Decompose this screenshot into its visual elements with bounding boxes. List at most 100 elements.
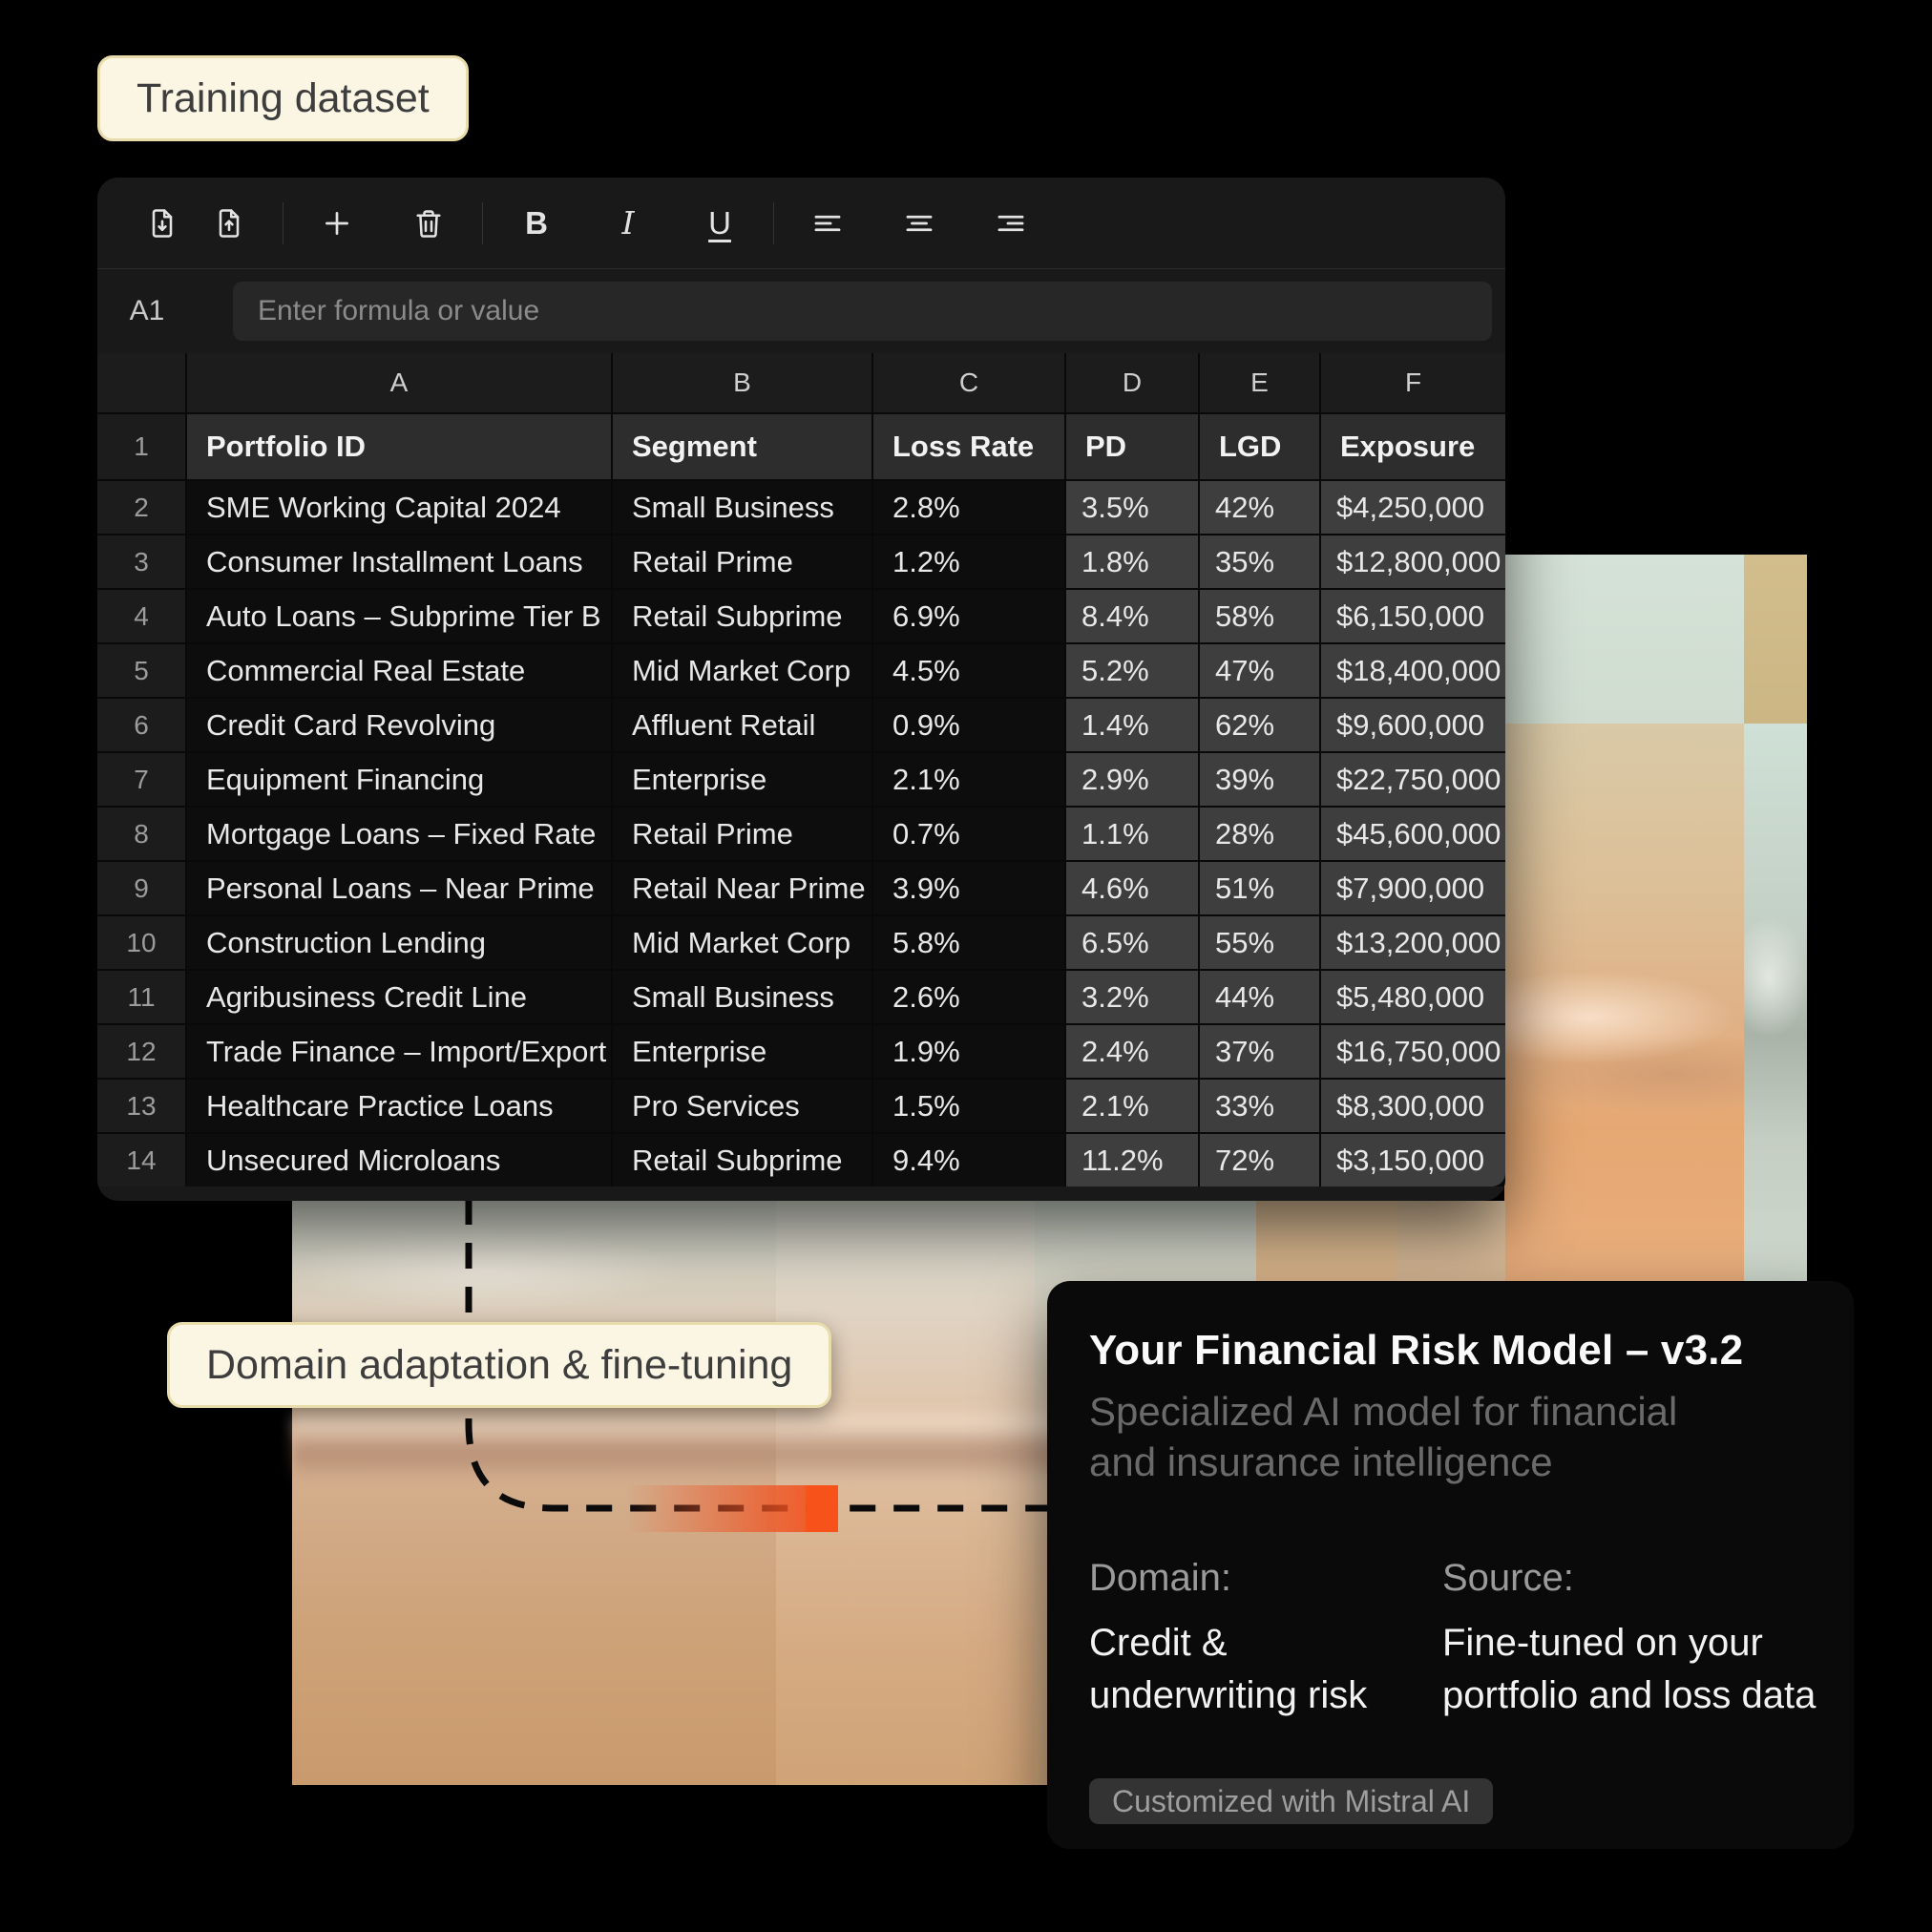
data-cell[interactable]: Pro Services xyxy=(613,1080,872,1132)
data-cell[interactable]: 3.2% xyxy=(1066,971,1198,1023)
add-row-button[interactable] xyxy=(316,202,358,244)
data-cell[interactable]: Retail Prime xyxy=(613,808,872,860)
row-number[interactable]: 3 xyxy=(97,536,185,588)
header-cell[interactable]: Loss Rate xyxy=(873,414,1064,479)
data-cell[interactable]: 44% xyxy=(1200,971,1319,1023)
data-cell[interactable]: 39% xyxy=(1200,753,1319,806)
data-cell[interactable]: $3,150,000 xyxy=(1321,1134,1505,1186)
data-cell[interactable]: 5.2% xyxy=(1066,644,1198,697)
data-cell[interactable]: 55% xyxy=(1200,916,1319,969)
data-cell[interactable]: $4,250,000 xyxy=(1321,481,1505,534)
data-cell[interactable]: Credit Card Revolving xyxy=(187,699,611,751)
column-header-d[interactable]: D xyxy=(1066,353,1198,412)
row-number[interactable]: 14 xyxy=(97,1134,185,1186)
data-cell[interactable]: 2.8% xyxy=(873,481,1064,534)
row-number[interactable]: 8 xyxy=(97,808,185,860)
data-cell[interactable]: $6,150,000 xyxy=(1321,590,1505,642)
row-number[interactable]: 11 xyxy=(97,971,185,1023)
data-cell[interactable]: Retail Subprime xyxy=(613,1134,872,1186)
data-cell[interactable]: Unsecured Microloans xyxy=(187,1134,611,1186)
data-cell[interactable]: Retail Near Prime xyxy=(613,862,872,914)
data-cell[interactable]: $8,300,000 xyxy=(1321,1080,1505,1132)
formula-input[interactable] xyxy=(233,282,1492,341)
bold-button[interactable]: B xyxy=(515,202,557,244)
row-number[interactable]: 4 xyxy=(97,590,185,642)
align-right-button[interactable] xyxy=(990,202,1032,244)
data-cell[interactable]: 28% xyxy=(1200,808,1319,860)
data-cell[interactable]: 11.2% xyxy=(1066,1134,1198,1186)
data-cell[interactable]: Mid Market Corp xyxy=(613,644,872,697)
data-cell[interactable]: 2.4% xyxy=(1066,1025,1198,1078)
data-cell[interactable]: 4.5% xyxy=(873,644,1064,697)
data-cell[interactable]: 0.9% xyxy=(873,699,1064,751)
row-number[interactable]: 10 xyxy=(97,916,185,969)
data-cell[interactable]: 62% xyxy=(1200,699,1319,751)
data-cell[interactable]: 1.9% xyxy=(873,1025,1064,1078)
data-cell[interactable]: 2.6% xyxy=(873,971,1064,1023)
data-cell[interactable]: 1.1% xyxy=(1066,808,1198,860)
data-cell[interactable]: Enterprise xyxy=(613,753,872,806)
data-cell[interactable]: 1.4% xyxy=(1066,699,1198,751)
column-header-a[interactable]: A xyxy=(187,353,611,412)
column-header-f[interactable]: F xyxy=(1321,353,1505,412)
data-cell[interactable]: SME Working Capital 2024 xyxy=(187,481,611,534)
data-cell[interactable]: $7,900,000 xyxy=(1321,862,1505,914)
data-cell[interactable]: $22,750,000 xyxy=(1321,753,1505,806)
data-cell[interactable]: Enterprise xyxy=(613,1025,872,1078)
data-cell[interactable]: Auto Loans – Subprime Tier B xyxy=(187,590,611,642)
data-cell[interactable]: Personal Loans – Near Prime xyxy=(187,862,611,914)
header-cell[interactable]: Portfolio ID xyxy=(187,414,611,479)
data-cell[interactable]: Construction Lending xyxy=(187,916,611,969)
row-number[interactable]: 5 xyxy=(97,644,185,697)
data-cell[interactable]: $45,600,000 xyxy=(1321,808,1505,860)
data-cell[interactable]: $5,480,000 xyxy=(1321,971,1505,1023)
data-cell[interactable]: $16,750,000 xyxy=(1321,1025,1505,1078)
column-header-b[interactable]: B xyxy=(613,353,872,412)
align-left-button[interactable] xyxy=(807,202,849,244)
file-export-button[interactable] xyxy=(208,202,250,244)
data-cell[interactable]: 6.5% xyxy=(1066,916,1198,969)
file-import-button[interactable] xyxy=(141,202,183,244)
data-cell[interactable]: Small Business xyxy=(613,971,872,1023)
data-cell[interactable]: Agribusiness Credit Line xyxy=(187,971,611,1023)
data-cell[interactable]: Retail Subprime xyxy=(613,590,872,642)
data-cell[interactable]: 1.5% xyxy=(873,1080,1064,1132)
data-cell[interactable]: Retail Prime xyxy=(613,536,872,588)
row-number[interactable]: 12 xyxy=(97,1025,185,1078)
data-cell[interactable]: 51% xyxy=(1200,862,1319,914)
data-cell[interactable]: 8.4% xyxy=(1066,590,1198,642)
row-number[interactable]: 9 xyxy=(97,862,185,914)
header-cell[interactable]: Exposure xyxy=(1321,414,1505,479)
data-cell[interactable]: Affluent Retail xyxy=(613,699,872,751)
data-cell[interactable]: 9.4% xyxy=(873,1134,1064,1186)
data-cell[interactable]: Equipment Financing xyxy=(187,753,611,806)
row-number[interactable]: 1 xyxy=(97,414,185,479)
data-cell[interactable]: Trade Finance – Import/Export xyxy=(187,1025,611,1078)
data-cell[interactable]: 2.9% xyxy=(1066,753,1198,806)
column-header-c[interactable]: C xyxy=(873,353,1064,412)
header-cell[interactable]: Segment xyxy=(613,414,872,479)
data-cell[interactable]: 1.8% xyxy=(1066,536,1198,588)
data-cell[interactable]: 2.1% xyxy=(1066,1080,1198,1132)
data-cell[interactable]: Mortgage Loans – Fixed Rate xyxy=(187,808,611,860)
data-cell[interactable]: 33% xyxy=(1200,1080,1319,1132)
data-cell[interactable]: $18,400,000 xyxy=(1321,644,1505,697)
data-cell[interactable]: 3.9% xyxy=(873,862,1064,914)
data-cell[interactable]: Consumer Installment Loans xyxy=(187,536,611,588)
data-cell[interactable]: 37% xyxy=(1200,1025,1319,1078)
header-cell[interactable]: PD xyxy=(1066,414,1198,479)
row-number[interactable]: 6 xyxy=(97,699,185,751)
delete-button[interactable] xyxy=(408,202,450,244)
data-cell[interactable]: 2.1% xyxy=(873,753,1064,806)
underline-button[interactable]: U xyxy=(699,202,741,244)
data-cell[interactable]: 0.7% xyxy=(873,808,1064,860)
row-number[interactable]: 13 xyxy=(97,1080,185,1132)
data-cell[interactable]: Commercial Real Estate xyxy=(187,644,611,697)
header-cell[interactable]: LGD xyxy=(1200,414,1319,479)
row-number[interactable]: 7 xyxy=(97,753,185,806)
data-cell[interactable]: 6.9% xyxy=(873,590,1064,642)
data-cell[interactable]: 5.8% xyxy=(873,916,1064,969)
row-number[interactable]: 2 xyxy=(97,481,185,534)
italic-button[interactable]: I xyxy=(607,202,649,244)
data-cell[interactable]: 4.6% xyxy=(1066,862,1198,914)
